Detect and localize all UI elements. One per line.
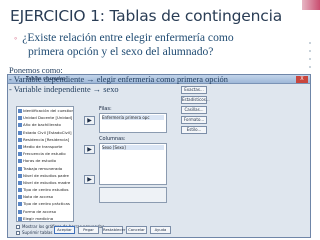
variable-list-item[interactable]: Elegir medicina xyxy=(17,215,73,221)
variable-label: Nota de acceso xyxy=(23,194,54,200)
variable-icon xyxy=(18,180,22,185)
variable-label: Nivel de estudios padre xyxy=(23,172,69,178)
corner-decoration xyxy=(302,0,320,10)
variable-icon xyxy=(18,202,22,207)
exact-button[interactable]: Exactas... xyxy=(181,86,207,94)
variable-icon xyxy=(18,123,22,128)
variable-icon xyxy=(18,159,22,164)
ponemos-label: Ponemos como: xyxy=(9,66,63,75)
move-to-columns-button[interactable]: ▶ xyxy=(84,145,95,154)
style-button[interactable]: Estilo... xyxy=(181,126,207,134)
variable-list-item[interactable]: Identificación del cuestionario xyxy=(17,107,73,114)
variable-icon xyxy=(18,130,22,135)
crosstabs-dialog: Tablas cruzadas X Identificación del cue… xyxy=(7,74,311,238)
dialog-buttons: Aceptar Pegar Restablecer Cancelar Ayuda xyxy=(54,226,171,234)
variable-list-item[interactable]: Estado Civil [EstadoCivil] xyxy=(17,129,73,136)
variable-list-item[interactable]: Año de bachillerato xyxy=(17,121,73,128)
column-variable[interactable]: Sexo [Sexo] xyxy=(102,145,164,150)
variable-label: Tipo de centro prácticas xyxy=(23,201,70,207)
independent-variable-line: - Variable independiente → sexo xyxy=(9,85,119,94)
variable-label: Residencia [Residencia] xyxy=(23,136,70,142)
variable-label: Medio de transporte xyxy=(23,143,63,149)
variable-label: Horas de estudio xyxy=(23,158,56,164)
variable-list-item[interactable]: Nota de acceso xyxy=(17,193,73,200)
question-bullet: ◦ ¿Existe relación entre elegir enfermerí… xyxy=(14,31,314,59)
cells-button[interactable]: Casillas... xyxy=(181,106,207,114)
variable-label: Estado Civil [EstadoCivil] xyxy=(23,129,72,135)
ok-button[interactable]: Aceptar xyxy=(54,226,75,234)
variable-icon xyxy=(18,209,22,214)
variable-label: Elegir medicina xyxy=(23,215,54,221)
variable-label: Año de bachillerato xyxy=(23,122,61,128)
variable-list[interactable]: Identificación del cuestionario Unidad Do… xyxy=(16,106,74,222)
layer-box[interactable] xyxy=(99,187,167,203)
variable-list-item[interactable]: Tipo de centro prácticas xyxy=(17,200,73,207)
dependent-variable-line: - Variable dependiente → elegir enfermer… xyxy=(9,75,228,84)
variable-icon xyxy=(18,144,22,149)
variable-list-item[interactable]: Tipo de centro estudios xyxy=(17,186,73,193)
variable-icon xyxy=(18,216,22,221)
variable-label: Identificación del cuestionario xyxy=(23,108,73,113)
statistics-button[interactable]: Estadísticos... xyxy=(181,96,210,104)
variable-icon xyxy=(18,109,22,113)
format-button[interactable]: Formato... xyxy=(181,116,207,124)
variable-label: Frecuencia de estudio xyxy=(23,151,66,157)
slide-title: EJERCICIO 1: Tablas de contingencia xyxy=(10,7,282,25)
move-to-layer-button[interactable]: ▶ xyxy=(84,175,95,184)
variable-list-item[interactable]: Forma de acceso xyxy=(17,208,73,215)
variable-label: Trabaja remunerado xyxy=(23,165,63,171)
variable-icon xyxy=(18,116,22,121)
question-line-1: ¿Existe relación entre elegir enfermería… xyxy=(22,31,234,44)
variable-list-item[interactable]: Nivel de estudios padre xyxy=(17,172,73,179)
suppress-tables-label: Suprimir tablas xyxy=(22,230,53,235)
variable-label: Forma de acceso xyxy=(23,208,56,214)
variable-label: Nivel de estudios madre xyxy=(23,179,71,185)
variable-icon xyxy=(18,152,22,157)
columns-box[interactable]: Sexo [Sexo] xyxy=(99,143,167,185)
variable-icon xyxy=(18,188,22,193)
variable-list-item[interactable]: Frecuencia de estudio xyxy=(17,150,73,157)
help-button[interactable]: Ayuda xyxy=(150,226,171,234)
variable-list-item[interactable]: Trabaja remunerado xyxy=(17,165,73,172)
variable-list-item[interactable]: Residencia [Residencia] xyxy=(17,136,73,143)
columns-label: Columnas: xyxy=(99,136,126,142)
bullet-icon: ◦ xyxy=(14,33,18,43)
variable-icon xyxy=(18,173,22,178)
variable-list-item[interactable]: Nivel de estudios madre xyxy=(17,179,73,186)
rows-label: Filas: xyxy=(99,106,112,112)
variable-icon xyxy=(18,195,22,200)
variable-icon xyxy=(18,166,22,171)
variable-list-item[interactable]: Horas de estudio xyxy=(17,157,73,164)
move-to-rows-button[interactable]: ▶ xyxy=(84,116,95,125)
rows-box[interactable]: Enfermería primera opc xyxy=(99,113,167,133)
variable-label: Unidad Docente [Unidad] xyxy=(23,115,73,121)
question-line-2: primera opción y el sexo del alumnado? xyxy=(28,45,214,58)
cancel-button[interactable]: Cancelar xyxy=(126,226,147,234)
variable-label: Tipo de centro estudios xyxy=(23,187,69,193)
variable-icon xyxy=(18,137,22,142)
close-icon[interactable]: X xyxy=(296,76,308,83)
reset-button[interactable]: Restablecer xyxy=(102,226,125,234)
variable-list-item[interactable]: Unidad Docente [Unidad] xyxy=(17,114,73,121)
paste-button[interactable]: Pegar xyxy=(78,226,99,234)
suppress-tables-checkbox[interactable]: Suprimir tablas xyxy=(16,230,53,235)
row-variable[interactable]: Enfermería primera opc xyxy=(102,115,164,120)
variable-list-item[interactable]: Medio de transporte xyxy=(17,143,73,150)
